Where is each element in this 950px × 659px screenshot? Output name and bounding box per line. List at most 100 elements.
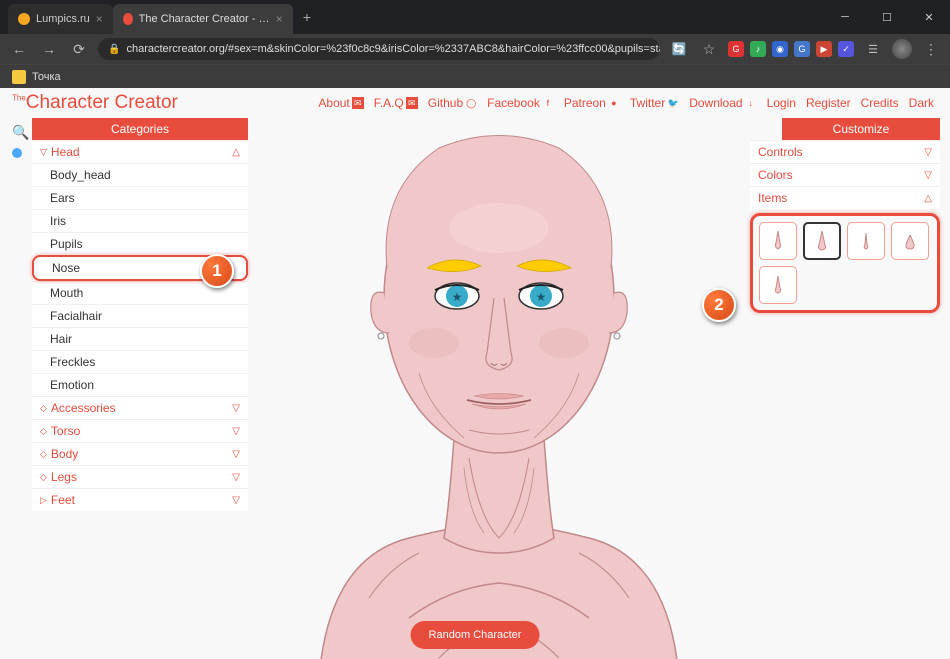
customize-section-items[interactable]: Items△ [750,186,940,209]
app-title: TheCharacter Creator [12,92,178,114]
category-item[interactable]: Pupils [32,232,248,255]
extension-icon[interactable]: G [728,41,744,57]
address-bar[interactable]: 🔒 charactercreator.org/#sex=m&skinColor=… [98,38,660,60]
color-indicator[interactable] [12,148,22,158]
category-group-legs[interactable]: ◇Legs▽ [32,465,248,488]
chevron-icon: ▷ [40,495,47,506]
app-header: TheCharacter Creator About✉ F.A.Q✉ Githu… [0,88,950,118]
browser-tab[interactable]: The Character Creator - Build vis × [113,4,293,34]
category-group-body[interactable]: ◇Body▽ [32,442,248,465]
page-content: TheCharacter Creator About✉ F.A.Q✉ Githu… [0,88,950,659]
menu-icon[interactable]: ⋮ [920,41,942,58]
extension-icon[interactable]: ▶ [816,41,832,57]
search-icon[interactable]: 🔍 [12,124,29,141]
expand-icon: ▽ [232,495,240,506]
category-group-head[interactable]: ▽Head△ [32,140,248,163]
category-group-accessories[interactable]: ◇Accessories▽ [32,396,248,419]
address-bar-row: ← → ⟳ 🔒 charactercreator.org/#sex=m&skin… [0,34,950,64]
extension-icon[interactable]: ♪ [750,41,766,57]
nav-patreon[interactable]: Patreon● [560,94,624,112]
character-illustration: ★ ★ [269,118,729,659]
tab-favicon [18,13,30,25]
extension-icon[interactable]: ◉ [772,41,788,57]
lock-icon: 🔒 [108,44,120,55]
items-grid [750,213,940,313]
github-icon: ◯ [465,97,477,109]
bookmarks-bar: Точка [0,64,950,88]
tab-favicon [123,13,133,25]
category-item[interactable]: Body_head [32,163,248,186]
nav-about[interactable]: About✉ [314,94,367,112]
twitter-icon: 🐦 [667,97,679,109]
nose-option[interactable] [759,222,797,260]
category-item[interactable]: Iris [32,209,248,232]
customize-sections: Controls▽ Colors▽ Items△ [750,140,940,209]
tab-bar: Lumpics.ru × The Character Creator - Bui… [0,0,950,34]
bookmark-item[interactable]: Точка [32,71,61,83]
back-button[interactable]: ← [8,41,30,57]
profile-avatar[interactable] [892,39,912,59]
nav-credits[interactable]: Credits [857,94,903,112]
chevron-icon: ◇ [40,472,47,483]
mail-icon: ✉ [406,97,418,109]
expand-icon: ▽ [232,449,240,460]
character-canvas: ★ ★ [248,118,750,659]
extension-icons: G ♪ ◉ G ▶ ✓ [728,41,854,57]
category-item[interactable]: Emotion [32,373,248,396]
nav-register[interactable]: Register [802,94,855,112]
reload-button[interactable]: ⟳ [68,41,90,58]
collapse-icon: △ [924,193,932,204]
minimize-button[interactable]: ─ [824,2,866,32]
nav-facebook[interactable]: Facebookf [483,94,558,112]
nav-login[interactable]: Login [763,94,800,112]
chevron-icon: ◇ [40,403,47,414]
nav-twitter[interactable]: Twitter🐦 [626,94,683,112]
category-item[interactable]: Facialhair [32,304,248,327]
nav-dark[interactable]: Dark [905,94,938,112]
chevron-down-icon: ▽ [40,147,47,158]
extension-icon[interactable]: ✓ [838,41,854,57]
expand-icon: ▽ [232,403,240,414]
top-nav: About✉ F.A.Q✉ Github◯ Facebookf Patreon●… [314,94,938,112]
categories-list: ▽Head△ Body_head Ears Iris Pupils Nose M… [32,140,248,511]
bookmark-favicon [12,70,26,84]
nose-option[interactable] [803,222,841,260]
expand-icon: ▽ [232,472,240,483]
nose-option[interactable] [847,222,885,260]
annotation-callout-1: 1 [200,254,234,288]
download-icon: ↓ [745,97,757,109]
customize-section-controls[interactable]: Controls▽ [750,140,940,163]
nose-option[interactable] [759,266,797,304]
category-item[interactable]: Freckles [32,350,248,373]
reading-list-icon[interactable]: ☰ [862,43,884,56]
close-button[interactable]: ✕ [908,2,950,32]
nose-option[interactable] [891,222,929,260]
svg-text:★: ★ [536,290,547,304]
categories-header: Categories [32,118,248,140]
star-icon[interactable]: ☆ [698,41,720,58]
nav-download[interactable]: Download↓ [685,94,760,112]
browser-tab[interactable]: Lumpics.ru × [8,4,113,34]
forward-button[interactable]: → [38,41,60,57]
facebook-icon: f [542,97,554,109]
category-item[interactable]: Ears [32,186,248,209]
nav-github[interactable]: Github◯ [424,94,481,112]
customize-section-colors[interactable]: Colors▽ [750,163,940,186]
category-group-feet[interactable]: ▷Feet▽ [32,488,248,511]
browser-chrome: Lumpics.ru × The Character Creator - Bui… [0,0,950,76]
extension-icon[interactable]: G [794,41,810,57]
nav-faq[interactable]: F.A.Q✉ [370,94,422,112]
maximize-button[interactable]: ☐ [866,2,908,32]
category-group-torso[interactable]: ◇Torso▽ [32,419,248,442]
window-controls: ─ ☐ ✕ [824,2,950,32]
svg-text:★: ★ [452,290,463,304]
mail-icon: ✉ [352,97,364,109]
expand-icon: ▽ [232,426,240,437]
category-item[interactable]: Hair [32,327,248,350]
translate-icon[interactable]: 🔄 [668,42,690,56]
expand-icon: ▽ [924,147,932,158]
new-tab-button[interactable]: + [293,9,321,25]
close-icon[interactable]: × [276,12,283,26]
close-icon[interactable]: × [96,12,103,26]
random-character-button[interactable]: Random Character [411,621,540,649]
